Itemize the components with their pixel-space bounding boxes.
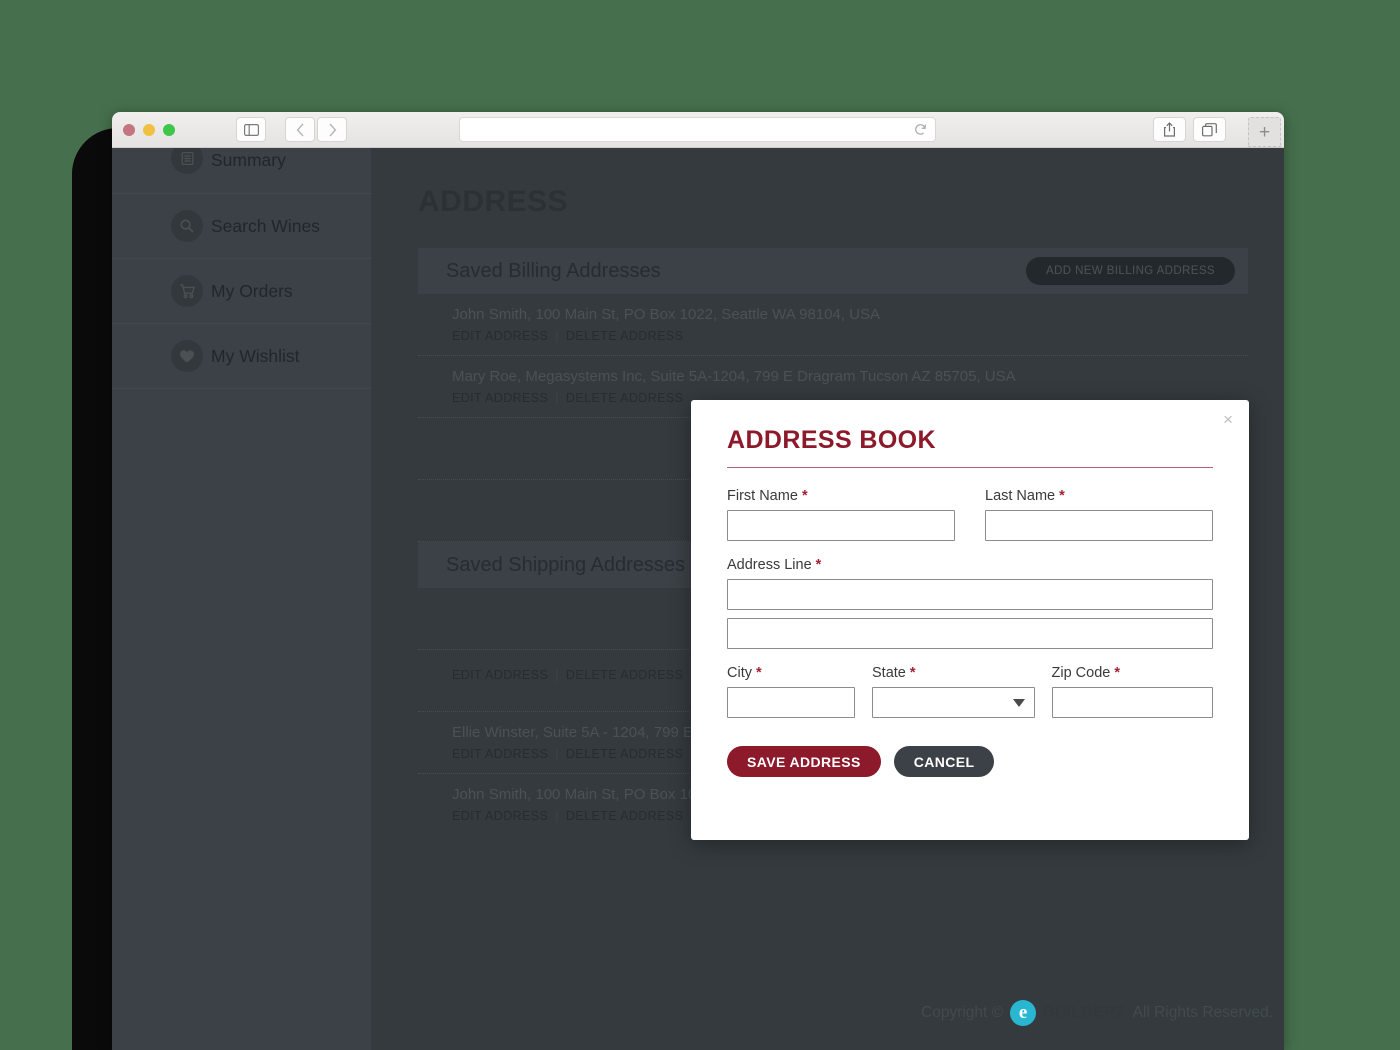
sidebar-item-label: My Orders <box>211 281 293 302</box>
required-marker: * <box>816 557 822 573</box>
city-label: City * <box>727 665 855 681</box>
share-icon[interactable] <box>1153 117 1186 142</box>
list-icon <box>171 148 203 174</box>
required-marker: * <box>910 665 916 681</box>
modal-actions: SAVE ADDRESS CANCEL <box>727 746 1213 777</box>
zip-code-label: Zip Code * <box>1052 665 1214 681</box>
sidebar-item-label: My Wishlist <box>211 346 299 367</box>
last-name-group: Last Name * <box>985 488 1213 541</box>
maximize-window-button[interactable] <box>163 124 175 136</box>
main-content: ADDRESS Saved Billing Addresses ADD NEW … <box>371 148 1284 1050</box>
window-controls <box>123 124 175 136</box>
forward-button[interactable] <box>317 117 347 142</box>
label-text: State <box>872 665 906 681</box>
title-divider <box>727 467 1213 468</box>
address-line-label: Address Line * <box>727 557 1213 573</box>
search-icon <box>171 210 203 242</box>
state-select[interactable] <box>872 687 1034 718</box>
sidebar-toggle-icon[interactable] <box>236 117 266 142</box>
tab-overview-icon[interactable] <box>1193 117 1226 142</box>
address-book-modal: × ADDRESS BOOK First Name * <box>691 400 1249 840</box>
first-name-label: First Name * <box>727 488 955 504</box>
address-bar[interactable] <box>459 117 936 142</box>
required-marker: * <box>1114 665 1120 681</box>
cart-icon <box>171 275 203 307</box>
sidebar-item-my-wishlist[interactable]: My Wishlist <box>112 324 371 389</box>
heart-icon <box>171 340 203 372</box>
first-name-field[interactable] <box>727 510 955 541</box>
state-select-wrap <box>872 687 1034 718</box>
back-button[interactable] <box>285 117 315 142</box>
required-marker: * <box>1059 488 1065 504</box>
city-state-zip-row: City * State * <box>727 665 1213 718</box>
sidebar-item-search-wines[interactable]: Search Wines <box>112 194 371 259</box>
toolbar-right-group <box>1153 117 1226 142</box>
first-name-group: First Name * <box>727 488 955 541</box>
sidebar-item-my-orders[interactable]: My Orders <box>112 259 371 324</box>
name-fields-row: First Name * Last Name * <box>727 488 1213 541</box>
close-icon[interactable]: × <box>1223 411 1233 428</box>
address-line-field[interactable] <box>727 579 1213 610</box>
label-text: City <box>727 665 752 681</box>
label-text: First Name <box>727 488 798 504</box>
save-address-button[interactable]: SAVE ADDRESS <box>727 746 881 777</box>
minimize-window-button[interactable] <box>143 124 155 136</box>
reload-icon[interactable] <box>914 123 927 136</box>
label-text: Zip Code <box>1052 665 1111 681</box>
address-line-group: Address Line * <box>727 557 1213 610</box>
sidebar: Summary Search Wines <box>112 148 371 1050</box>
address-line-2-group <box>727 618 1213 649</box>
state-label: State * <box>872 665 1034 681</box>
address-line-2-field[interactable] <box>727 618 1213 649</box>
sidebar-item-label: Search Wines <box>211 216 320 237</box>
last-name-field[interactable] <box>985 510 1213 541</box>
sidebar-item-summary[interactable]: Summary <box>112 148 371 194</box>
browser-window: + Summary <box>112 112 1284 1050</box>
browser-toolbar: + <box>112 112 1284 148</box>
required-marker: * <box>802 488 808 504</box>
city-field[interactable] <box>727 687 855 718</box>
sidebar-item-label: Summary <box>211 150 286 171</box>
label-text: Last Name <box>985 488 1055 504</box>
modal-title: ADDRESS BOOK <box>727 426 1213 467</box>
cancel-button[interactable]: CANCEL <box>894 746 995 777</box>
city-group: City * <box>727 665 855 718</box>
last-name-label: Last Name * <box>985 488 1213 504</box>
new-tab-button[interactable]: + <box>1248 117 1281 147</box>
modal-overlay: × ADDRESS BOOK First Name * <box>371 148 1284 1050</box>
required-marker: * <box>756 665 762 681</box>
close-window-button[interactable] <box>123 124 135 136</box>
page-viewport: Summary Search Wines <box>112 148 1284 1050</box>
label-text: Address Line <box>727 557 812 573</box>
zip-code-field[interactable] <box>1052 687 1214 718</box>
zip-group: Zip Code * <box>1052 665 1214 718</box>
state-group: State * <box>872 665 1034 718</box>
